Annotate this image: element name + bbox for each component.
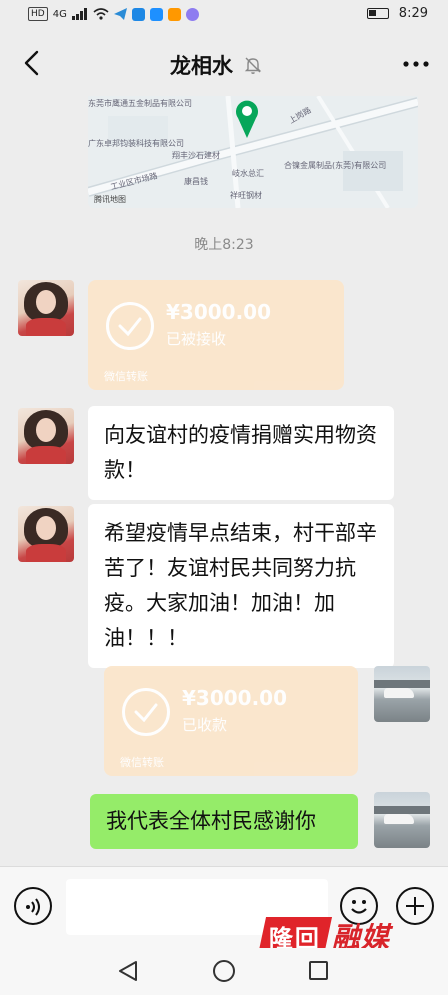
- message-time: 晚上8:23: [194, 237, 254, 253]
- status-left: HD 4G: [28, 7, 199, 21]
- check-circle-icon: [106, 302, 154, 350]
- map-label: 祥旺钢材: [230, 191, 262, 200]
- transfer-card-accepted[interactable]: ¥3000.00 已收款 微信转账: [104, 666, 358, 776]
- back-arrow-icon[interactable]: [18, 48, 48, 78]
- map-pin-icon: [236, 100, 258, 138]
- system-nav-bar: [0, 948, 448, 995]
- map-label: 东莞市鹰通五金制品有限公司: [88, 99, 192, 108]
- self-avatar[interactable]: [374, 792, 430, 848]
- add-more-icon[interactable]: [396, 887, 434, 925]
- status-bar: HD 4G 8:29: [0, 0, 448, 30]
- map-label: 康昌钱: [184, 177, 208, 186]
- music-app-icon: [185, 7, 199, 21]
- battery-icon: [366, 8, 389, 19]
- message-bubble[interactable]: 希望疫情早点结束，村干部辛苦了！友谊村民共同努力抗疫。大家加油！加油！加油！！！: [88, 504, 394, 668]
- voice-input-icon[interactable]: [14, 887, 52, 925]
- transfer-status: 已被接收: [166, 330, 227, 348]
- signal-icon: [71, 8, 87, 20]
- contact-avatar[interactable]: [18, 280, 74, 336]
- network-label: 4G: [52, 8, 67, 20]
- contact-avatar[interactable]: [18, 506, 74, 562]
- title-wrap: 龙相水: [170, 50, 263, 80]
- transfer-status: 已收款: [182, 716, 228, 734]
- map-label: 合镍金属制品(东莞)有限公司: [284, 161, 387, 170]
- contact-avatar[interactable]: [18, 408, 74, 464]
- transfer-foot: 微信转账: [104, 370, 148, 383]
- check-circle-icon: [122, 688, 170, 736]
- chat-title: 龙相水: [170, 54, 233, 78]
- nav-recent-icon[interactable]: [309, 961, 328, 980]
- chat-header: 龙相水: [0, 30, 448, 96]
- transfer-foot: 微信转账: [120, 756, 164, 769]
- wifi-icon: [93, 8, 109, 20]
- transfer-card-received[interactable]: ¥3000.00 已被接收 微信转账: [88, 280, 344, 390]
- more-options-icon[interactable]: [402, 60, 430, 68]
- nav-home-icon[interactable]: [213, 960, 235, 982]
- transfer-amount: ¥3000.00: [182, 686, 288, 710]
- mute-bell-icon: [244, 57, 262, 74]
- self-avatar[interactable]: [374, 666, 430, 722]
- chat-area[interactable]: 东莞市鹰通五金制品有限公司 广东卓邦钧装科技有限公司 翔丰沙石建材 康昌钱 岐水…: [0, 96, 448, 866]
- telegram-icon: [113, 8, 127, 20]
- status-time: 8:29: [398, 6, 428, 21]
- message-bubble-self[interactable]: 我代表全体村民感谢你: [90, 794, 358, 849]
- map-label: 翔丰沙石建材: [172, 151, 220, 160]
- chat-app-icon: [149, 7, 163, 21]
- hd-badge: HD: [28, 7, 48, 21]
- status-right: 8:29: [366, 6, 428, 21]
- map-label: 岐水总汇: [232, 169, 264, 178]
- nav-back-icon[interactable]: [118, 960, 138, 982]
- transfer-amount: ¥3000.00: [166, 300, 272, 324]
- map-label: 广东卓邦钧装科技有限公司: [88, 139, 184, 148]
- cloud-app-icon: [131, 7, 145, 21]
- video-app-icon: [167, 7, 181, 21]
- location-map-card[interactable]: 东莞市鹰通五金制品有限公司 广东卓邦钧装科技有限公司 翔丰沙石建材 康昌钱 岐水…: [88, 96, 418, 208]
- message-bubble[interactable]: 向友谊村的疫情捐赠实用物资款！: [88, 406, 394, 500]
- map-provider-label: 腾讯地图: [94, 195, 126, 204]
